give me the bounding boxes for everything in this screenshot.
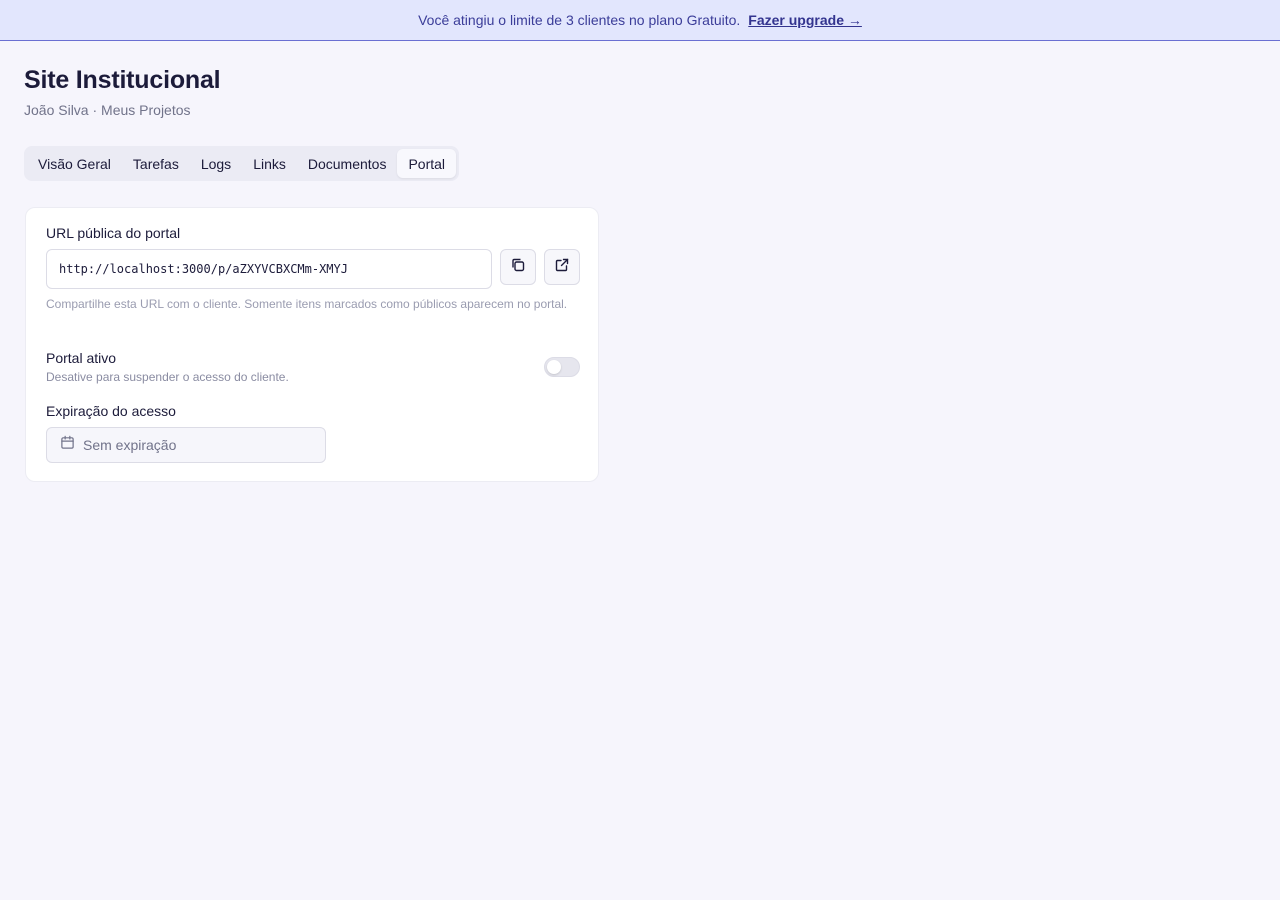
tab-tarefas[interactable]: Tarefas	[122, 149, 190, 178]
project-tabs: Visão Geral Tarefas Logs Links Documento…	[24, 146, 460, 181]
toggle-knob	[547, 360, 561, 374]
page-title: Site Institucional	[24, 66, 221, 94]
url-help-text: Compartilhe esta URL com o cliente. Some…	[46, 297, 568, 311]
expiration-value: Sem expiração	[83, 437, 177, 453]
portal-active-toggle[interactable]	[544, 357, 580, 377]
tab-portal[interactable]: Portal	[397, 149, 457, 178]
tab-documentos[interactable]: Documentos	[297, 149, 398, 178]
plan-limit-banner: Você atingiu o limite de 3 clientes no p…	[0, 0, 1280, 41]
external-link-icon	[554, 257, 570, 278]
url-label: URL pública do portal	[46, 225, 181, 241]
tab-logs[interactable]: Logs	[190, 149, 242, 178]
expiration-date-picker[interactable]: Sem expiração	[46, 427, 326, 463]
portal-active-description: Desative para suspender o acesso do clie…	[46, 370, 289, 384]
portal-active-label: Portal ativo	[46, 350, 117, 366]
tab-visao-geral[interactable]: Visão Geral	[27, 149, 122, 178]
expiration-label: Expiração do acesso	[46, 403, 176, 419]
upgrade-link[interactable]: Fazer upgrade →	[748, 12, 862, 28]
calendar-icon	[60, 435, 75, 455]
portal-url-input[interactable]	[46, 249, 492, 289]
breadcrumb: João Silva · Meus Projetos	[24, 102, 191, 118]
portal-settings-card: URL pública do portal Compartilhe esta U…	[25, 207, 599, 482]
banner-message: Você atingiu o limite de 3 clientes no p…	[418, 12, 741, 28]
tab-links[interactable]: Links	[242, 149, 297, 178]
open-portal-button[interactable]	[544, 249, 580, 285]
copy-url-button[interactable]	[500, 249, 536, 285]
copy-icon	[510, 257, 526, 278]
